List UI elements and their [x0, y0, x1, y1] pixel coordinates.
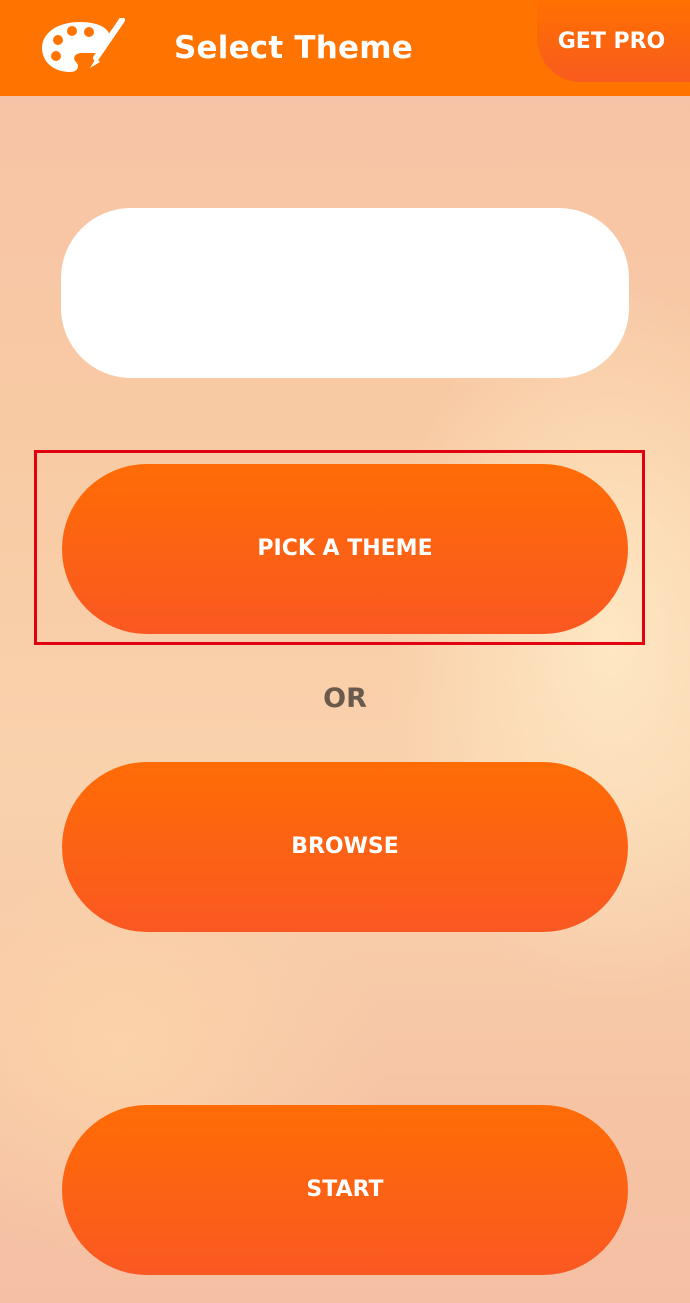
top-app-bar: Select Theme GET PRO	[0, 0, 690, 96]
start-button[interactable]: START	[62, 1105, 628, 1275]
or-separator: OR	[323, 683, 367, 714]
browse-button[interactable]: BROWSE	[62, 762, 628, 932]
palette-icon	[42, 18, 125, 72]
highlight-box	[34, 450, 645, 645]
page-title: Select Theme	[174, 30, 413, 66]
get-pro-button[interactable]: GET PRO	[537, 0, 690, 82]
theme-preview-box	[61, 208, 629, 378]
